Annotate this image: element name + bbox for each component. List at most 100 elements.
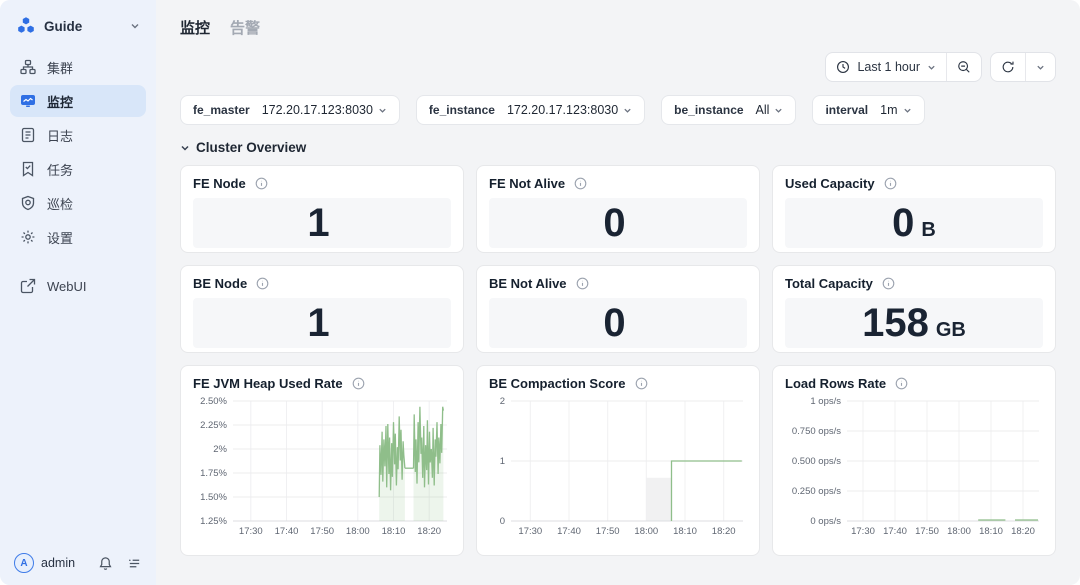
stat-value-panel: 1 — [193, 198, 451, 248]
stat-value: 158 — [862, 301, 929, 345]
refresh-button[interactable] — [991, 53, 1025, 81]
user-row: A admin — [8, 553, 148, 573]
stat-title: FE Not Alive — [489, 176, 566, 191]
time-range-label: Last 1 hour — [857, 60, 920, 74]
task-icon — [20, 161, 36, 177]
clock-icon — [836, 60, 850, 74]
filter-label: be_instance — [674, 103, 744, 117]
header-tabs: 监控 告警 — [180, 0, 1056, 38]
stat-title: Total Capacity — [785, 276, 873, 291]
be-compaction-chart[interactable]: 17:30 17:40 17:50 18:00 18:10 18:20 2 1 0 — [489, 395, 747, 545]
sidebar-item-label: 日志 — [47, 128, 74, 144]
bell-icon[interactable] — [98, 556, 113, 571]
stat-value-panel: 0 — [489, 198, 747, 248]
sidebar-item-inspection[interactable]: 巡检 — [10, 187, 146, 219]
user-name[interactable]: admin — [41, 556, 98, 570]
sidebar-item-webui[interactable]: WebUI — [10, 270, 146, 302]
svg-text:18:00: 18:00 — [947, 526, 971, 537]
filter-value: 1m — [880, 103, 911, 117]
filter-be-instance[interactable]: be_instance All — [661, 95, 797, 125]
monitor-icon — [20, 93, 36, 109]
toolbar: Last 1 hour — [180, 52, 1056, 82]
svg-text:0.250 ops/s: 0.250 ops/s — [792, 486, 841, 497]
sidebar-item-tasks[interactable]: 任务 — [10, 153, 146, 185]
svg-text:1.75%: 1.75% — [200, 468, 227, 479]
section-title: Cluster Overview — [196, 140, 307, 155]
time-range-control: Last 1 hour — [825, 52, 982, 82]
svg-text:17:30: 17:30 — [239, 526, 263, 537]
main-content: 监控 告警 Last 1 hour fe_master 172.20.17.12… — [156, 0, 1080, 585]
stat-value: 0 — [603, 201, 626, 245]
svg-text:0.500 ops/s: 0.500 ops/s — [792, 456, 841, 467]
avatar[interactable]: A — [14, 553, 34, 573]
sidebar-item-settings[interactable]: 设置 — [10, 221, 146, 253]
chart-title: Load Rows Rate — [785, 376, 887, 391]
svg-text:1 ops/s: 1 ops/s — [810, 396, 841, 407]
stat-title: BE Not Alive — [489, 276, 567, 291]
svg-text:17:50: 17:50 — [310, 526, 334, 537]
sidebar-item-monitor[interactable]: 监控 — [10, 85, 146, 117]
settings-icon — [20, 229, 36, 245]
sidebar-item-label: 监控 — [47, 94, 74, 110]
info-icon[interactable] — [574, 177, 587, 190]
sidebar-item-label: 设置 — [47, 230, 74, 246]
info-icon[interactable] — [352, 377, 365, 390]
chevron-down-icon[interactable] — [130, 21, 140, 31]
section-cluster-overview[interactable]: Cluster Overview — [180, 140, 1056, 155]
svg-text:17:30: 17:30 — [851, 526, 875, 537]
svg-text:18:10: 18:10 — [673, 526, 697, 537]
stat-value-panel: 1 — [193, 298, 451, 348]
chevron-down-icon — [775, 108, 783, 113]
filter-label: fe_instance — [428, 103, 495, 117]
filter-value: 172.20.17.123:8030 — [507, 103, 632, 117]
svg-text:18:20: 18:20 — [417, 526, 441, 537]
chevron-down-icon — [927, 63, 936, 72]
sidebar-item-logs[interactable]: 日志 — [10, 119, 146, 151]
stat-value: 1 — [307, 301, 330, 345]
chart-title: BE Compaction Score — [489, 376, 626, 391]
load-rows-chart[interactable]: 17:30 17:40 17:50 18:00 18:10 18:20 1 ops/s 0.7… — [785, 395, 1043, 545]
filter-interval[interactable]: interval 1m — [812, 95, 925, 125]
info-icon[interactable] — [895, 377, 908, 390]
info-icon[interactable] — [256, 277, 269, 290]
filter-fe-instance[interactable]: fe_instance 172.20.17.123:8030 — [415, 95, 646, 125]
svg-text:18:10: 18:10 — [979, 526, 1003, 537]
stat-title: Used Capacity — [785, 176, 875, 191]
menu-list-icon[interactable] — [127, 556, 142, 571]
info-icon[interactable] — [635, 377, 648, 390]
chevron-down-icon — [180, 143, 190, 153]
chevron-down-icon — [1036, 63, 1045, 72]
stat-card-total-capacity: Total Capacity 158 GB — [772, 265, 1056, 353]
filter-value: All — [756, 103, 784, 117]
filter-value: 172.20.17.123:8030 — [262, 103, 387, 117]
info-icon[interactable] — [884, 177, 897, 190]
svg-text:2: 2 — [500, 396, 505, 407]
refresh-interval-button[interactable] — [1026, 53, 1055, 81]
info-icon[interactable] — [255, 177, 268, 190]
svg-text:0.750 ops/s: 0.750 ops/s — [792, 426, 841, 437]
stat-unit: GB — [935, 319, 966, 341]
stat-value-panel: 0B — [785, 198, 1043, 248]
info-icon[interactable] — [576, 277, 589, 290]
zoom-out-icon — [957, 60, 971, 74]
app-window: Guide 集群 监控 日志 任务 巡检 设置 WebUI A admin 监控… — [0, 0, 1080, 585]
refresh-control — [990, 52, 1056, 82]
svg-text:1: 1 — [500, 456, 505, 467]
sidebar: Guide 集群 监控 日志 任务 巡检 设置 WebUI A admin — [0, 0, 156, 585]
svg-text:17:50: 17:50 — [915, 526, 939, 537]
fe-jvm-heap-chart[interactable]: 17:30 17:40 17:50 18:00 18:10 18:20 2.50% 2.25%… — [193, 395, 451, 545]
stat-value-panel: 158 GB — [785, 298, 1043, 348]
chevron-down-icon — [903, 108, 911, 113]
brand-row[interactable]: Guide — [8, 14, 148, 50]
chart-card-be-compaction: BE Compaction Score 17:30 17:40 17:50 18:00… — [476, 365, 760, 556]
svg-text:17:40: 17:40 — [275, 526, 299, 537]
time-range-button[interactable]: Last 1 hour — [826, 53, 946, 81]
info-icon[interactable] — [882, 277, 895, 290]
svg-text:18:10: 18:10 — [382, 526, 406, 537]
filter-fe-master[interactable]: fe_master 172.20.17.123:8030 — [180, 95, 400, 125]
svg-text:17:40: 17:40 — [557, 526, 581, 537]
tab-monitor[interactable]: 监控 — [180, 17, 210, 38]
sidebar-item-cluster[interactable]: 集群 — [10, 51, 146, 83]
zoom-out-button[interactable] — [947, 53, 981, 81]
tab-alerts[interactable]: 告警 — [230, 17, 260, 38]
